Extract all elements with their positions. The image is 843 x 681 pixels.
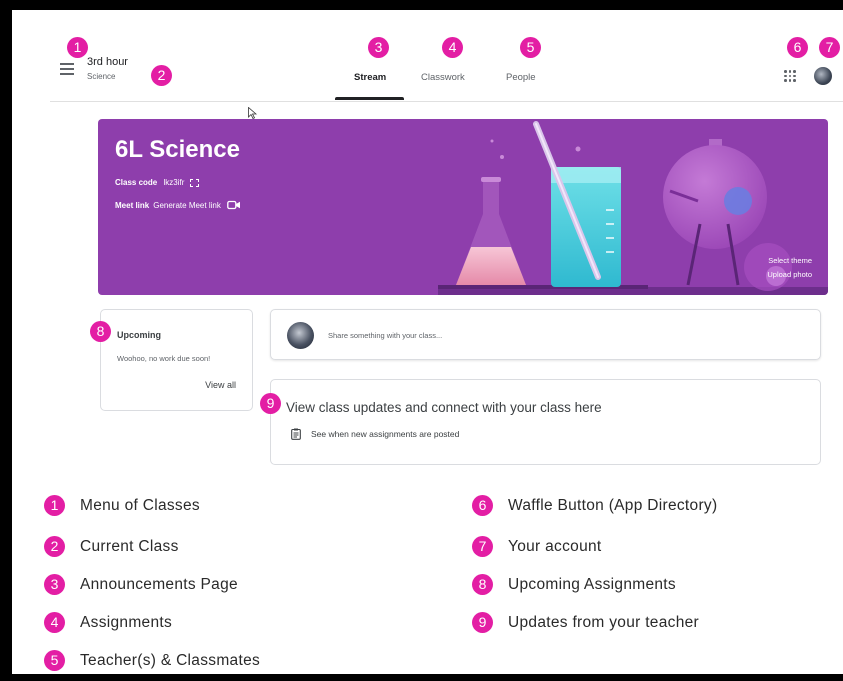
legend-item-8: 8 Upcoming Assignments	[472, 574, 676, 595]
marker-3: 3	[368, 37, 389, 58]
class-title[interactable]: 3rd hour	[87, 56, 128, 68]
legend-marker: 1	[44, 495, 65, 516]
legend-text: Announcements Page	[80, 575, 238, 593]
legend-marker: 6	[472, 495, 493, 516]
class-code-label: Class code	[115, 178, 158, 187]
class-banner: 6L Science Class code lkz3ifr Meet link …	[98, 119, 828, 295]
legend-text: Updates from your teacher	[508, 613, 700, 631]
waffle-apps-icon[interactable]	[784, 70, 796, 82]
marker-8: 8	[90, 321, 111, 342]
upcoming-empty-text: Woohoo, no work due soon!	[117, 354, 211, 363]
upcoming-title: Upcoming	[117, 330, 161, 340]
legend-item-9: 9 Updates from your teacher	[472, 612, 699, 633]
legend-item-3: 3 Announcements Page	[44, 574, 238, 595]
legend-text: Teacher(s) & Classmates	[80, 651, 261, 669]
tab-classwork[interactable]: Classwork	[421, 72, 465, 83]
account-avatar[interactable]	[814, 67, 832, 85]
science-illustration	[438, 121, 828, 295]
legend-text: Upcoming Assignments	[508, 575, 676, 593]
updates-subtitle: See when new assignments are posted	[311, 429, 460, 439]
legend-marker: 5	[44, 650, 65, 671]
class-code-value: lkz3ifr	[163, 178, 185, 187]
meet-link-row: Meet link Generate Meet link	[115, 200, 241, 210]
screenshot-frame: 3rd hour Science Stream Classwork People…	[12, 10, 843, 674]
legend-marker: 9	[472, 612, 493, 633]
main-menu-icon[interactable]	[60, 63, 74, 75]
legend-text: Current Class	[80, 537, 179, 555]
legend-text: Menu of Classes	[80, 496, 200, 514]
legend-text: Waffle Button (App Directory)	[508, 496, 718, 514]
generate-meet-link[interactable]: Generate Meet link	[153, 201, 221, 210]
active-tab-indicator	[335, 97, 404, 100]
video-camera-icon[interactable]	[226, 200, 241, 210]
class-updates-card: View class updates and connect with your…	[270, 379, 821, 465]
legend-marker: 2	[44, 536, 65, 557]
share-with-class-box[interactable]: Share something with your class...	[270, 309, 821, 360]
legend-marker: 3	[44, 574, 65, 595]
frame-border	[12, 674, 843, 681]
tab-stream[interactable]: Stream	[354, 72, 386, 83]
user-avatar	[287, 322, 314, 349]
marker-2: 2	[151, 65, 172, 86]
legend-item-7: 7 Your account	[472, 536, 602, 557]
legend-marker: 7	[472, 536, 493, 557]
legend-marker: 8	[472, 574, 493, 595]
header-divider	[50, 101, 843, 102]
marker-9: 9	[260, 393, 281, 414]
legend-text: Assignments	[80, 613, 173, 631]
legend-item-6: 6 Waffle Button (App Directory)	[472, 495, 717, 516]
marker-5: 5	[520, 37, 541, 58]
legend-item-5: 5 Teacher(s) & Classmates	[44, 650, 260, 671]
marker-1: 1	[67, 37, 88, 58]
legend-text: Your account	[508, 537, 602, 555]
class-subtitle: Science	[87, 72, 116, 81]
updates-title: View class updates and connect with your…	[286, 400, 602, 415]
share-placeholder: Share something with your class...	[328, 331, 443, 340]
marker-7: 7	[819, 37, 840, 58]
marker-4: 4	[442, 37, 463, 58]
legend-item-1: 1 Menu of Classes	[44, 495, 200, 516]
banner-class-title: 6L Science	[115, 136, 240, 163]
select-theme-link[interactable]: Select theme	[768, 256, 812, 265]
legend-item-2: 2 Current Class	[44, 536, 179, 557]
legend-marker: 4	[44, 612, 65, 633]
upcoming-card: Upcoming Woohoo, no work due soon! View …	[100, 309, 253, 411]
updates-subtitle-row: See when new assignments are posted	[291, 428, 459, 440]
mouse-cursor-icon	[248, 107, 257, 119]
assignment-icon	[291, 428, 301, 440]
class-code-row: Class code lkz3ifr	[115, 178, 199, 187]
view-all-link[interactable]: View all	[205, 380, 236, 390]
tab-people[interactable]: People	[506, 72, 536, 83]
legend-item-4: 4 Assignments	[44, 612, 172, 633]
fullscreen-icon[interactable]	[189, 178, 199, 187]
marker-6: 6	[787, 37, 808, 58]
meet-link-label: Meet link	[115, 200, 150, 210]
upload-photo-link[interactable]: Upload photo	[767, 270, 812, 279]
